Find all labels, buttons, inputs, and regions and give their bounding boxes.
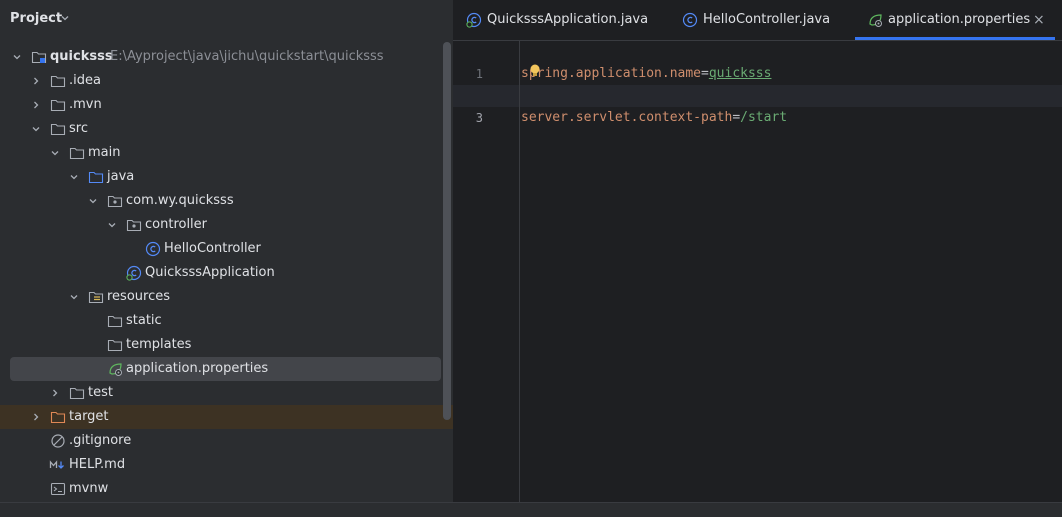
spring-properties-icon [869,14,882,27]
tree-item-label: mvnw [69,481,109,496]
tree-item-label: templates [126,337,192,352]
folder-icon [107,339,123,352]
tree-item-label: main [88,145,121,160]
property-value: /start [740,110,788,125]
chevron-right-icon[interactable] [31,100,41,110]
gitignore-icon [51,434,65,448]
module-folder-icon [31,51,47,64]
tree-item-label: quicksss [50,49,113,64]
tab-hello-controller[interactable]: HelloController.java [682,0,842,40]
tree-item-label: HELP.md [69,457,126,472]
chevron-down-icon[interactable] [12,52,22,62]
excluded-folder-icon [50,411,66,424]
markdown-icon [49,460,64,469]
tree-item-src[interactable]: src [0,117,445,141]
gutter-divider [519,41,520,502]
tree-item-application-properties[interactable]: application.properties [0,357,445,381]
property-key: server.servlet.context-path [521,110,733,125]
chevron-down-icon[interactable] [50,148,60,158]
tree-item-label: resources [107,289,171,304]
project-tree-scrollbar[interactable] [443,42,451,420]
tree-item-mvn[interactable]: .mvn [0,93,445,117]
tree-item-label: .idea [69,73,101,88]
tab-quicksss-application[interactable]: QuicksssApplication.java [466,0,656,40]
class-icon [145,241,161,257]
tree-item-controller[interactable]: controller [0,213,445,237]
spring-boot-class-icon [466,12,482,28]
tree-item-label: application.properties [126,361,269,376]
code-line[interactable]: 2server.port=9090 [453,63,1062,103]
project-panel: Project quicksss E:\Ayproject\java\jichu… [0,0,453,502]
tree-item-label: controller [145,217,208,232]
spring-boot-class-icon [126,265,142,281]
chevron-down-icon[interactable] [69,172,79,182]
project-panel-title[interactable]: Project [10,11,62,26]
folder-icon [50,99,66,112]
chevron-down-icon[interactable] [60,13,70,23]
spring-properties-icon [109,363,122,376]
tree-item-package-com-wy-quicksss[interactable]: com.wy.quicksss [0,189,445,213]
tree-item-label: HelloController [164,241,261,256]
editor-pane: QuicksssApplication.java HelloController… [453,0,1062,502]
tree-item-path: E:\Ayproject\java\jichu\quickstart\quick… [110,49,384,64]
tree-item-label: .mvn [69,97,102,112]
project-panel-header[interactable]: Project [0,0,453,40]
chevron-down-icon[interactable] [88,196,98,206]
tree-item-mvnw[interactable]: mvnw [0,477,445,501]
code-line[interactable]: 1 spring.application.name=quicksss [453,41,1062,81]
tree-item-quicksss[interactable]: quicksss E:\Ayproject\java\jichu\quickst… [0,45,445,69]
tree-item-templates[interactable]: templates [0,333,445,357]
tree-item-target[interactable]: target [0,405,453,429]
source-folder-icon [88,171,104,184]
tree-item-static[interactable]: static [0,309,445,333]
tree-item-label: .gitignore [69,433,132,448]
tree-item-test[interactable]: test [0,381,445,405]
tree-item-label: static [126,313,162,328]
code-line-current[interactable]: 3 server.servlet.context-path=/start [453,85,1062,125]
tree-item-resources[interactable]: resources [0,285,445,309]
code-editor[interactable]: 1spring.application.name=quicksss 2serve… [453,41,1062,502]
package-icon [107,195,123,208]
chevron-right-icon[interactable] [31,76,41,86]
lightbulb-icon[interactable] [529,64,541,78]
tree-item-main[interactable]: main [0,141,445,165]
folder-icon [107,315,123,328]
folder-icon [69,147,85,160]
tab-application-properties[interactable]: application.properties × [855,0,1055,40]
tree-item-label: src [69,121,88,136]
chevron-right-icon[interactable] [31,412,41,422]
editor-tab-bar: QuicksssApplication.java HelloController… [453,0,1062,41]
chevron-down-icon[interactable] [31,124,41,134]
tree-item-java[interactable]: java [0,165,445,189]
tree-item-label: com.wy.quicksss [126,193,234,208]
close-icon[interactable]: × [1033,0,1045,40]
folder-icon [50,123,66,136]
folder-icon [69,387,85,400]
chevron-down-icon[interactable] [69,292,79,302]
class-icon [682,12,698,28]
tree-item-label: java [107,169,135,184]
folder-icon [50,75,66,88]
chevron-down-icon[interactable] [107,220,117,230]
package-icon [126,219,142,232]
chevron-right-icon[interactable] [50,388,60,398]
tree-item-label: QuicksssApplication [145,265,275,280]
script-icon [50,482,66,496]
tab-label: QuicksssApplication.java [487,12,649,27]
tree-item-label: target [69,409,109,424]
tree-item-hello-controller[interactable]: HelloController [0,237,445,261]
status-bar [0,502,1062,517]
resources-folder-icon [88,291,104,304]
line-number: 3 [475,111,483,125]
tree-item-label: test [88,385,113,400]
property-equals: = [732,110,741,125]
tree-item-gitignore[interactable]: .gitignore [0,429,445,453]
tree-item-idea[interactable]: .idea [0,69,445,93]
tab-label: application.properties [888,12,1031,27]
tab-label: HelloController.java [703,12,831,27]
tree-item-help-md[interactable]: HELP.md [0,453,445,477]
tree-item-quicksss-application[interactable]: QuicksssApplication [0,261,445,285]
